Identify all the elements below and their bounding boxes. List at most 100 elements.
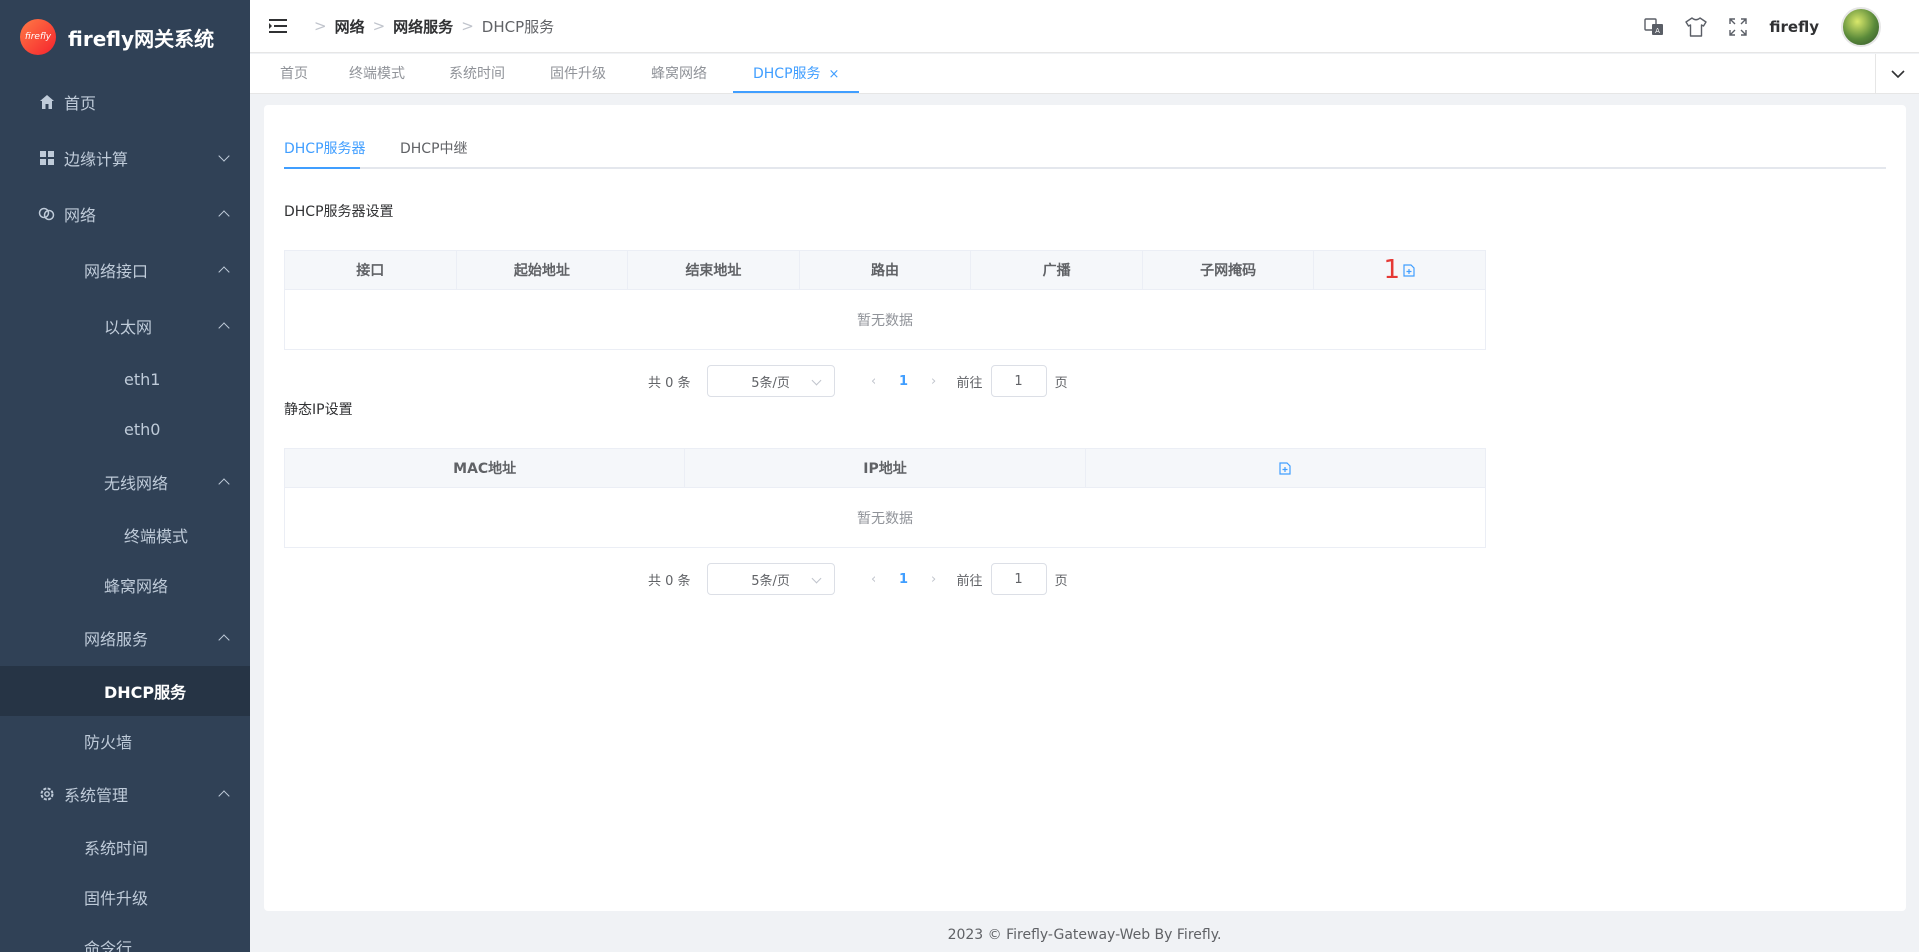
grid-icon [38, 149, 56, 167]
sidebar-item-label: 系统时间 [84, 839, 149, 858]
table-header: 接口 起始地址 结束地址 路由 广播 子网掩码 1 [285, 251, 1485, 290]
pagination: 共 0 条 5条/页 ‹ 1 › 前往 1 页 [648, 365, 1068, 397]
sidebar-item-label: 以太网 [104, 318, 153, 337]
tag-terminal[interactable]: 终端模式 [349, 54, 405, 94]
sidebar-item-label: 终端模式 [124, 527, 189, 546]
tag-sys-time[interactable]: 系统时间 [449, 54, 505, 94]
sidebar-item-firewall[interactable]: 防火墙 [0, 716, 250, 766]
next-page-icon[interactable]: › [919, 374, 949, 389]
sidebar-item-label: 边缘计算 [64, 150, 129, 169]
username[interactable]: firefly [1769, 18, 1819, 36]
hamburger-icon[interactable] [250, 0, 306, 53]
breadcrumb-separator: > [314, 17, 327, 35]
column-header: 结束地址 [628, 251, 800, 289]
sidebar-item-label: eth1 [124, 369, 161, 389]
chevron-down-icon [811, 375, 821, 386]
avatar[interactable] [1841, 6, 1881, 47]
empty-text: 暂无数据 [857, 510, 913, 527]
prev-page-icon[interactable]: ‹ [859, 572, 889, 587]
add-file-icon[interactable] [1402, 263, 1416, 277]
sidebar-item-network[interactable]: 网络 [0, 186, 250, 242]
sidebar-item-label: 固件升级 [84, 889, 149, 908]
dhcp-section-title: DHCP服务器设置 [284, 204, 394, 220]
page-number[interactable]: 1 [889, 572, 919, 587]
empty-text: 暂无数据 [857, 312, 913, 329]
logo[interactable]: firefly firefly网关系统 [0, 0, 250, 74]
breadcrumb: > 网络 > 网络服务 > DHCP服务 [306, 16, 554, 37]
breadcrumb-item-net-service[interactable]: 网络服务 [393, 16, 453, 37]
tab-dhcp-server[interactable]: DHCP服务器 [284, 129, 366, 169]
tag-dhcp[interactable]: DHCP服务 × [753, 54, 839, 94]
sidebar-item-sys-mgmt[interactable]: 系统管理 [0, 766, 250, 822]
column-header: IP地址 [685, 449, 1086, 487]
sidebar-item-sys-time[interactable]: 系统时间 [0, 822, 250, 872]
chevron-up-icon [218, 210, 230, 222]
header-actions: A firefly [1623, 0, 1881, 53]
sidebar-item-label: 命令行 [84, 939, 133, 952]
app-title: firefly网关系统 [68, 26, 215, 51]
page-suffix: 页 [1054, 375, 1068, 391]
sidebar-item-terminal[interactable]: 终端模式 [0, 510, 250, 560]
column-header: 子网掩码 [1143, 251, 1315, 289]
sidebar-item-label: DHCP服务 [104, 683, 187, 702]
sidebar-item-label: 无线网络 [104, 474, 169, 493]
sidebar-item-eth1[interactable]: eth1 [0, 354, 250, 404]
page-jump-input[interactable]: 1 [990, 365, 1047, 397]
column-header: 广播 [971, 251, 1143, 289]
tag-home[interactable]: 首页 [280, 54, 308, 94]
translate-icon[interactable]: A [1643, 16, 1665, 38]
prev-page-icon[interactable]: ‹ [859, 374, 889, 389]
sidebar-item-net-service[interactable]: 网络服务 [0, 610, 250, 666]
column-header-actions [1086, 449, 1485, 487]
annotation-marker: 1 [1383, 255, 1401, 285]
goto-label: 前往 [956, 375, 983, 391]
sidebar-item-firmware[interactable]: 固件升级 [0, 872, 250, 922]
page-size-select[interactable]: 5条/页 [706, 365, 835, 397]
tag-firmware[interactable]: 固件升级 [550, 54, 606, 94]
page-number[interactable]: 1 [889, 374, 919, 389]
sidebar-item-cellular[interactable]: 蜂窝网络 [0, 560, 250, 610]
fullscreen-icon[interactable] [1727, 16, 1749, 38]
next-page-icon[interactable]: › [919, 572, 949, 587]
sidebar-item-net-iface[interactable]: 网络接口 [0, 242, 250, 298]
gear-icon [38, 785, 56, 803]
sidebar-item-wireless[interactable]: 无线网络 [0, 454, 250, 510]
sidebar-item-edge[interactable]: 边缘计算 [0, 130, 250, 186]
sidebar-item-label: 网络 [64, 206, 97, 225]
breadcrumb-item-network[interactable]: 网络 [335, 16, 365, 37]
static-ip-table: MAC地址 IP地址 暂无数据 [284, 448, 1486, 548]
sidebar-item-label: eth0 [124, 419, 161, 439]
pagination: 共 0 条 5条/页 ‹ 1 › 前往 1 页 [648, 563, 1068, 595]
page-size-select[interactable]: 5条/页 [706, 563, 835, 595]
sidebar-item-label: 防火墙 [84, 733, 133, 752]
sidebar-item-label: 首页 [64, 94, 97, 113]
table-header: MAC地址 IP地址 [285, 449, 1485, 488]
sidebar-item-home[interactable]: 首页 [0, 74, 250, 130]
column-header: 路由 [800, 251, 972, 289]
top-header: > 网络 > 网络服务 > DHCP服务 A firefly [250, 0, 1919, 53]
goto-label: 前往 [956, 573, 983, 589]
shirt-icon[interactable] [1685, 16, 1708, 38]
column-header: 起始地址 [457, 251, 629, 289]
dhcp-table: 接口 起始地址 结束地址 路由 广播 子网掩码 1 暂无数据 [284, 250, 1486, 350]
close-icon[interactable]: × [829, 67, 840, 82]
chevron-up-icon [218, 790, 230, 802]
add-file-icon[interactable] [1278, 461, 1292, 475]
chevron-down-icon [811, 573, 821, 584]
page-jump-input[interactable]: 1 [990, 563, 1047, 595]
active-tab-underline [284, 167, 360, 169]
sidebar-item-eth0[interactable]: eth0 [0, 404, 250, 454]
sidebar-item-label: 网络服务 [84, 630, 149, 649]
chevron-down-icon[interactable] [1875, 54, 1919, 94]
static-section-title: 静态IP设置 [284, 402, 353, 418]
breadcrumb-separator: > [461, 17, 474, 35]
sidebar-item-ethernet[interactable]: 以太网 [0, 298, 250, 354]
tab-dhcp-relay[interactable]: DHCP中继 [400, 129, 468, 169]
sidebar-item-label: 网络接口 [84, 262, 149, 281]
content-card: DHCP服务器 DHCP中继 DHCP服务器设置 接口 起始地址 结束地址 路由… [264, 105, 1906, 911]
tag-cellular[interactable]: 蜂窝网络 [651, 54, 707, 94]
column-header: 接口 [285, 251, 457, 289]
page-size-value: 5条/页 [751, 573, 790, 589]
sidebar-item-cmdline[interactable]: 命令行 [0, 922, 250, 952]
sidebar-item-dhcp[interactable]: DHCP服务 [0, 666, 250, 716]
